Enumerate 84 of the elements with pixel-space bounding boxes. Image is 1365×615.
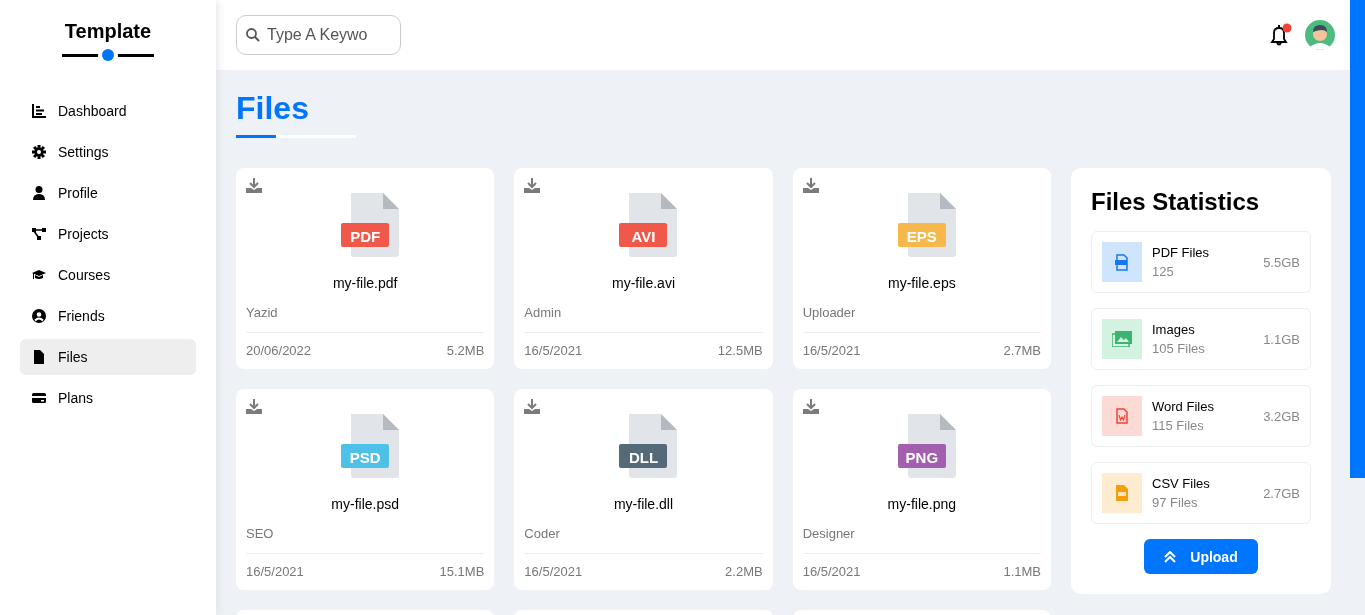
- user-icon: [32, 186, 46, 200]
- statistic-count: 105 Files: [1152, 341, 1206, 356]
- user-circle-icon: [32, 309, 46, 323]
- download-icon[interactable]: [802, 399, 819, 414]
- uploader-name: Admin: [524, 305, 562, 320]
- word-file-icon: [1116, 408, 1128, 424]
- scrollbar-thumb[interactable]: [1350, 0, 1365, 478]
- statistic-size: 3.2GB: [1263, 408, 1300, 424]
- uploader-name: Uploader: [802, 305, 856, 320]
- statistic-size: 5.5GB: [1263, 254, 1300, 270]
- file-size: 12.5MB: [717, 343, 763, 358]
- download-icon[interactable]: [802, 178, 819, 193]
- page-title: Files: [236, 90, 310, 127]
- image-icon: [1112, 331, 1132, 347]
- file-card: AVI my-file.avi Admin 16/5/2021 12.5MB: [514, 168, 773, 369]
- file-card: DLL my-file.dll Coder 16/5/2021 2.2MB: [514, 389, 773, 590]
- download-icon[interactable]: [246, 399, 262, 414]
- uploader-name: SEO: [246, 526, 274, 541]
- sidebar-item[interactable]: Courses: [20, 257, 196, 293]
- search-field[interactable]: Type A Keywo: [236, 15, 401, 55]
- file-type-icon: [897, 193, 956, 257]
- statistic-name: CSV Files: [1152, 476, 1211, 491]
- file-date: 16/5/2021: [524, 564, 583, 579]
- file-name: my-file.avi: [612, 275, 675, 291]
- panel-title: Files Statistics: [1091, 188, 1261, 216]
- uploader-name: Designer: [802, 526, 855, 541]
- file-type-icon: [897, 414, 956, 478]
- file-date: 16/5/2021: [802, 564, 861, 579]
- statistic-count: 97 Files: [1152, 495, 1199, 510]
- file-date: 20/06/2022: [246, 343, 312, 358]
- file-size: 5.2MB: [446, 343, 485, 358]
- file-card: PSD my-file.psd SEO 16/5/2021 15.1MB: [236, 389, 495, 590]
- sidebar-item[interactable]: Files: [20, 339, 196, 375]
- graduation-cap-icon: [32, 268, 46, 282]
- statistic-name: PDF Files: [1152, 245, 1211, 260]
- file-date: 16/5/2021: [802, 343, 861, 358]
- file-card: EPS my-file.eps Uploader 16/5/2021 2.7MB: [792, 168, 1051, 369]
- file-type-icon: [341, 193, 400, 257]
- search-icon: [246, 28, 260, 42]
- file-name: my-file.dll: [613, 496, 674, 512]
- file-date: 16/5/2021: [524, 343, 583, 358]
- file-date: 16/5/2021: [246, 564, 304, 579]
- settings-icon: [32, 145, 46, 159]
- file-size: 15.1MB: [439, 564, 485, 579]
- pdf-file-icon: [1115, 253, 1129, 271]
- file-name: my-file.pdf: [332, 275, 398, 291]
- avatar-icon[interactable]: [1305, 20, 1335, 50]
- csv-file-icon: [1116, 485, 1128, 501]
- chart-icon: [32, 104, 46, 118]
- sidebar-item[interactable]: Friends: [20, 298, 196, 334]
- file-type-icon: [341, 414, 400, 478]
- sidebar-item[interactable]: Profile: [20, 175, 196, 211]
- download-icon[interactable]: [524, 399, 541, 414]
- nodes-icon: [32, 227, 46, 241]
- download-icon[interactable]: [246, 178, 262, 193]
- uploader-name: Yazid: [246, 305, 278, 320]
- sidebar-item[interactable]: Dashboard: [20, 93, 196, 129]
- file-name: my-file.psd: [331, 496, 399, 512]
- statistic-size: 2.7GB: [1263, 485, 1300, 501]
- credit-card-icon: [32, 391, 46, 405]
- file-size: 1.1MB: [1003, 564, 1041, 579]
- file-size: 2.7MB: [1003, 343, 1041, 358]
- uploader-name: Coder: [524, 526, 560, 541]
- file-name: my-file.png: [887, 496, 957, 512]
- sidebar-item[interactable]: Settings: [20, 134, 196, 170]
- upload-button[interactable]: Upload: [1144, 539, 1258, 574]
- statistic-name: Word Files: [1152, 399, 1215, 414]
- double-chevron-up-icon: [1164, 550, 1177, 563]
- statistic-count: 115 Files: [1152, 418, 1205, 433]
- sidebar-item[interactable]: Projects: [20, 216, 196, 252]
- statistic-count: 125: [1152, 264, 1175, 279]
- file-name: my-file.eps: [888, 275, 956, 291]
- file-icon: [32, 350, 46, 364]
- file-type-icon: [619, 414, 678, 478]
- notification-bell-icon[interactable]: [1269, 23, 1293, 47]
- file-card: PDF my-file.pdf Yazid 20/06/2022 5.2MB: [236, 168, 495, 369]
- statistic-name: Images: [1152, 322, 1196, 337]
- sidebar-item[interactable]: Plans: [20, 380, 196, 416]
- download-icon[interactable]: [524, 178, 541, 193]
- brand-title: Template: [64, 20, 152, 43]
- file-card: PNG my-file.png Designer 16/5/2021 1.1MB: [792, 389, 1051, 590]
- file-size: 2.2MB: [725, 564, 763, 579]
- statistic-size: 1.1GB: [1263, 331, 1300, 347]
- file-type-icon: [619, 193, 678, 257]
